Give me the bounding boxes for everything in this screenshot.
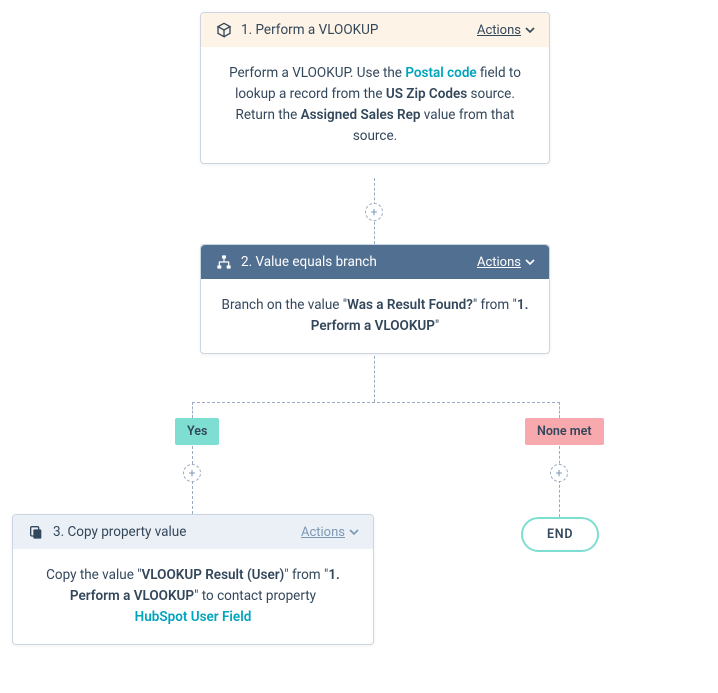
- source-name: US Zip Codes: [386, 86, 467, 102]
- chevron-down-icon: [525, 257, 535, 267]
- connector-line: [192, 402, 193, 418]
- add-action-button[interactable]: +: [550, 464, 568, 482]
- chevron-down-icon: [349, 527, 359, 537]
- copy-source-value: VLOOKUP Result (User): [142, 567, 285, 583]
- branch-label-none-met: None met: [525, 418, 604, 445]
- actions-label: Actions: [477, 255, 521, 270]
- workflow-end: END: [521, 517, 599, 552]
- card-body: Perform a VLOOKUP. Use the Postal code f…: [201, 47, 549, 163]
- return-column: Assigned Sales Rep: [301, 107, 421, 123]
- actions-dropdown[interactable]: Actions: [477, 255, 535, 270]
- card-title: 2. Value equals branch: [241, 254, 477, 270]
- branch-label-yes: Yes: [175, 418, 219, 445]
- workflow-step-vlookup[interactable]: 1. Perform a VLOOKUP Actions Perform a V…: [200, 12, 550, 164]
- field-link: Postal code: [405, 65, 476, 81]
- card-header: 2. Value equals branch Actions: [201, 245, 549, 279]
- add-action-button[interactable]: +: [183, 464, 201, 482]
- connector-line: [374, 356, 375, 402]
- card-header: 1. Perform a VLOOKUP Actions: [201, 13, 549, 47]
- card-title: 1. Perform a VLOOKUP: [241, 22, 477, 38]
- actions-label: Actions: [301, 525, 345, 540]
- actions-label: Actions: [477, 23, 521, 38]
- card-header: 3. Copy property value Actions: [13, 515, 373, 549]
- branch-condition: Was a Result Found?: [347, 297, 473, 313]
- card-body: Branch on the value "Was a Result Found?…: [201, 279, 549, 353]
- sitemap-icon: [215, 253, 233, 271]
- actions-dropdown[interactable]: Actions: [301, 525, 359, 540]
- workflow-canvas: + + + 1. Perform a VLOOKUP Actions Perfo…: [0, 0, 718, 693]
- chevron-down-icon: [525, 25, 535, 35]
- workflow-step-branch[interactable]: 2. Value equals branch Actions Branch on…: [200, 244, 550, 354]
- actions-dropdown[interactable]: Actions: [477, 23, 535, 38]
- cube-icon: [215, 21, 233, 39]
- connector-line: [192, 402, 560, 403]
- workflow-step-copy-property[interactable]: 3. Copy property value Actions Copy the …: [12, 514, 374, 645]
- card-title: 3. Copy property value: [53, 524, 301, 540]
- target-property-link: HubSpot User Field: [135, 609, 252, 625]
- copy-icon: [27, 523, 45, 541]
- card-body: Copy the value "VLOOKUP Result (User)" f…: [13, 549, 373, 644]
- add-action-button[interactable]: +: [365, 203, 383, 221]
- connector-line: [559, 402, 560, 418]
